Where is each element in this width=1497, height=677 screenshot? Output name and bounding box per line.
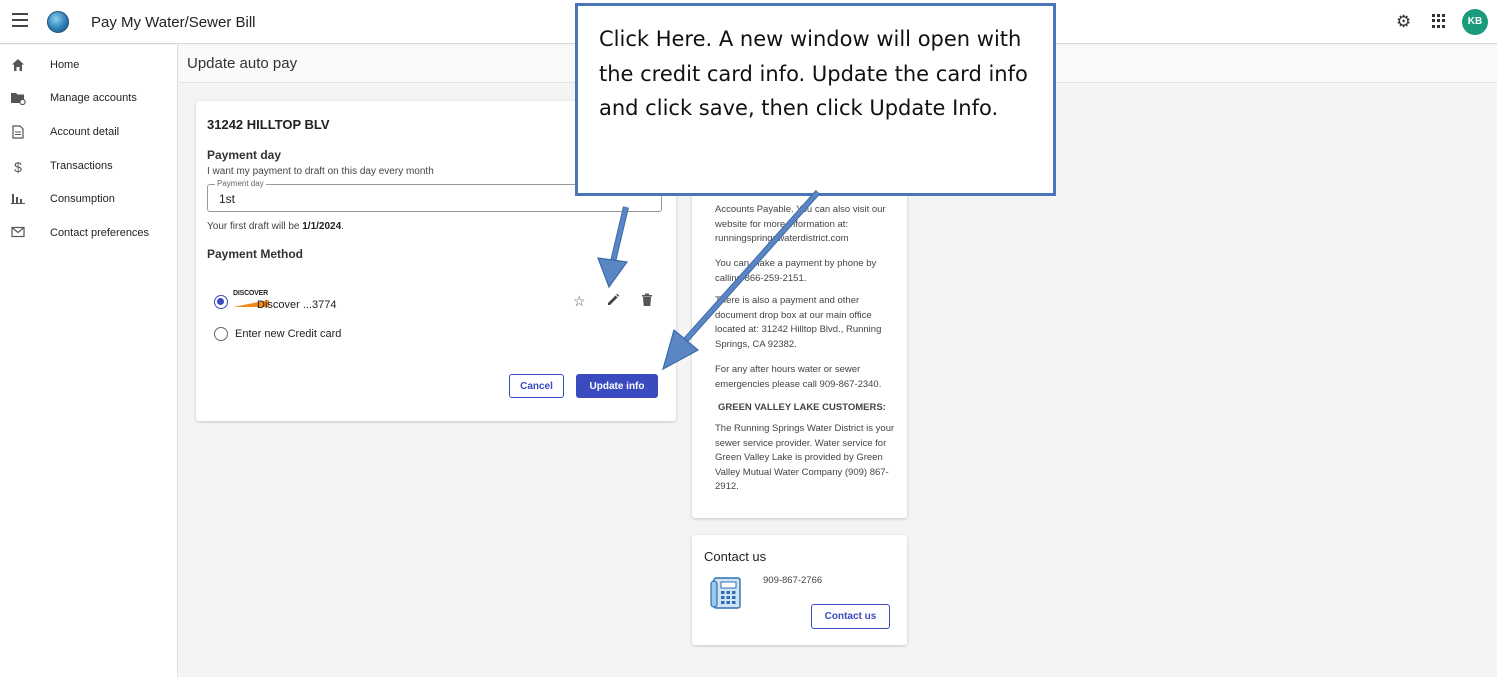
info-paragraph: Accounts Payable. You can also visit our…	[715, 204, 886, 244]
discover-brand-text: DISCOVER	[233, 290, 268, 297]
sidebar-item-home[interactable]: Home	[0, 51, 178, 81]
sidebar-item-account-detail[interactable]: Account detail	[0, 118, 178, 148]
gear-icon[interactable]: ⚙	[1396, 12, 1411, 32]
sidebar-item-contact-preferences[interactable]: Contact preferences	[0, 219, 178, 249]
first-draft-date: 1/1/2024	[302, 221, 342, 232]
district-logo	[47, 11, 69, 33]
contact-us-button[interactable]: Contact us	[811, 604, 890, 629]
dollar-icon: $	[14, 159, 22, 175]
account-address: 31242 HILLTOP BLV	[207, 117, 330, 132]
cancel-button[interactable]: Cancel	[509, 374, 564, 398]
folder-gear-icon	[10, 91, 26, 107]
sidebar-item-label: Account detail	[50, 126, 120, 138]
sidebar-item-label: Manage accounts	[50, 92, 137, 104]
delete-trash-icon[interactable]	[641, 293, 653, 310]
document-icon	[10, 125, 26, 141]
first-draft-suffix: .	[341, 221, 344, 232]
contact-card: Contact us 909-867-2766 Contact us	[692, 535, 907, 645]
bar-chart-icon	[10, 192, 26, 208]
info-card: Accounts Payable. You can also visit our…	[692, 180, 907, 518]
payment-day-value: 1st	[219, 192, 236, 206]
payment-method-title: Payment Method	[207, 247, 304, 261]
apps-grid-icon[interactable]	[1432, 14, 1446, 28]
contact-phone: 909-867-2766	[763, 575, 823, 586]
sidebar-item-consumption[interactable]: Consumption	[0, 185, 178, 215]
contact-title: Contact us	[704, 549, 767, 564]
telephone-icon	[708, 575, 744, 611]
first-draft-note: Your first draft will be 1/1/2024.	[207, 221, 344, 232]
saved-card-radio[interactable]	[214, 295, 228, 309]
first-draft-prefix: Your first draft will be	[207, 221, 303, 232]
sidebar-item-label: Consumption	[50, 193, 115, 205]
payment-day-title: Payment day	[207, 148, 282, 162]
sidebar-item-label: Contact preferences	[50, 227, 150, 239]
info-paragraph: The Running Springs Water District is yo…	[715, 423, 895, 492]
page-title: Update auto pay	[187, 55, 298, 72]
info-heading: GREEN VALLEY LAKE CUSTOMERS:	[718, 402, 886, 413]
edit-pencil-icon[interactable]	[606, 293, 620, 310]
sidebar-item-label: Transactions	[50, 160, 113, 172]
sidebar-item-transactions[interactable]: $ Transactions	[0, 152, 178, 182]
info-paragraph: You can make a payment by phone by calli…	[715, 258, 877, 284]
avatar[interactable]: KB	[1462, 9, 1488, 35]
payment-day-legend: Payment day	[215, 179, 266, 188]
info-paragraph: For any after hours water or sewer emerg…	[715, 364, 882, 390]
callout-text: Click Here. A new window will open with …	[599, 27, 1028, 120]
new-card-label: Enter new Credit card	[235, 328, 342, 340]
saved-card-label: Discover ...3774	[257, 299, 337, 311]
new-card-radio[interactable]	[214, 327, 228, 341]
mail-icon	[10, 226, 26, 242]
sidebar-item-label: Home	[50, 59, 80, 71]
payment-day-description: I want my payment to draft on this day e…	[207, 166, 434, 177]
home-icon	[10, 58, 26, 74]
instruction-callout: Click Here. A new window will open with …	[575, 3, 1056, 196]
sidebar: Home Manage accounts Account detail $ Tr…	[0, 45, 178, 677]
update-info-button[interactable]: Update info	[576, 374, 658, 398]
app-title: Pay My Water/Sewer Bill	[91, 14, 256, 31]
info-paragraph: There is also a payment and other docume…	[715, 295, 882, 350]
sidebar-item-manage-accounts[interactable]: Manage accounts	[0, 84, 178, 114]
star-icon[interactable]: ☆	[573, 293, 586, 310]
hamburger-icon[interactable]	[12, 13, 28, 27]
